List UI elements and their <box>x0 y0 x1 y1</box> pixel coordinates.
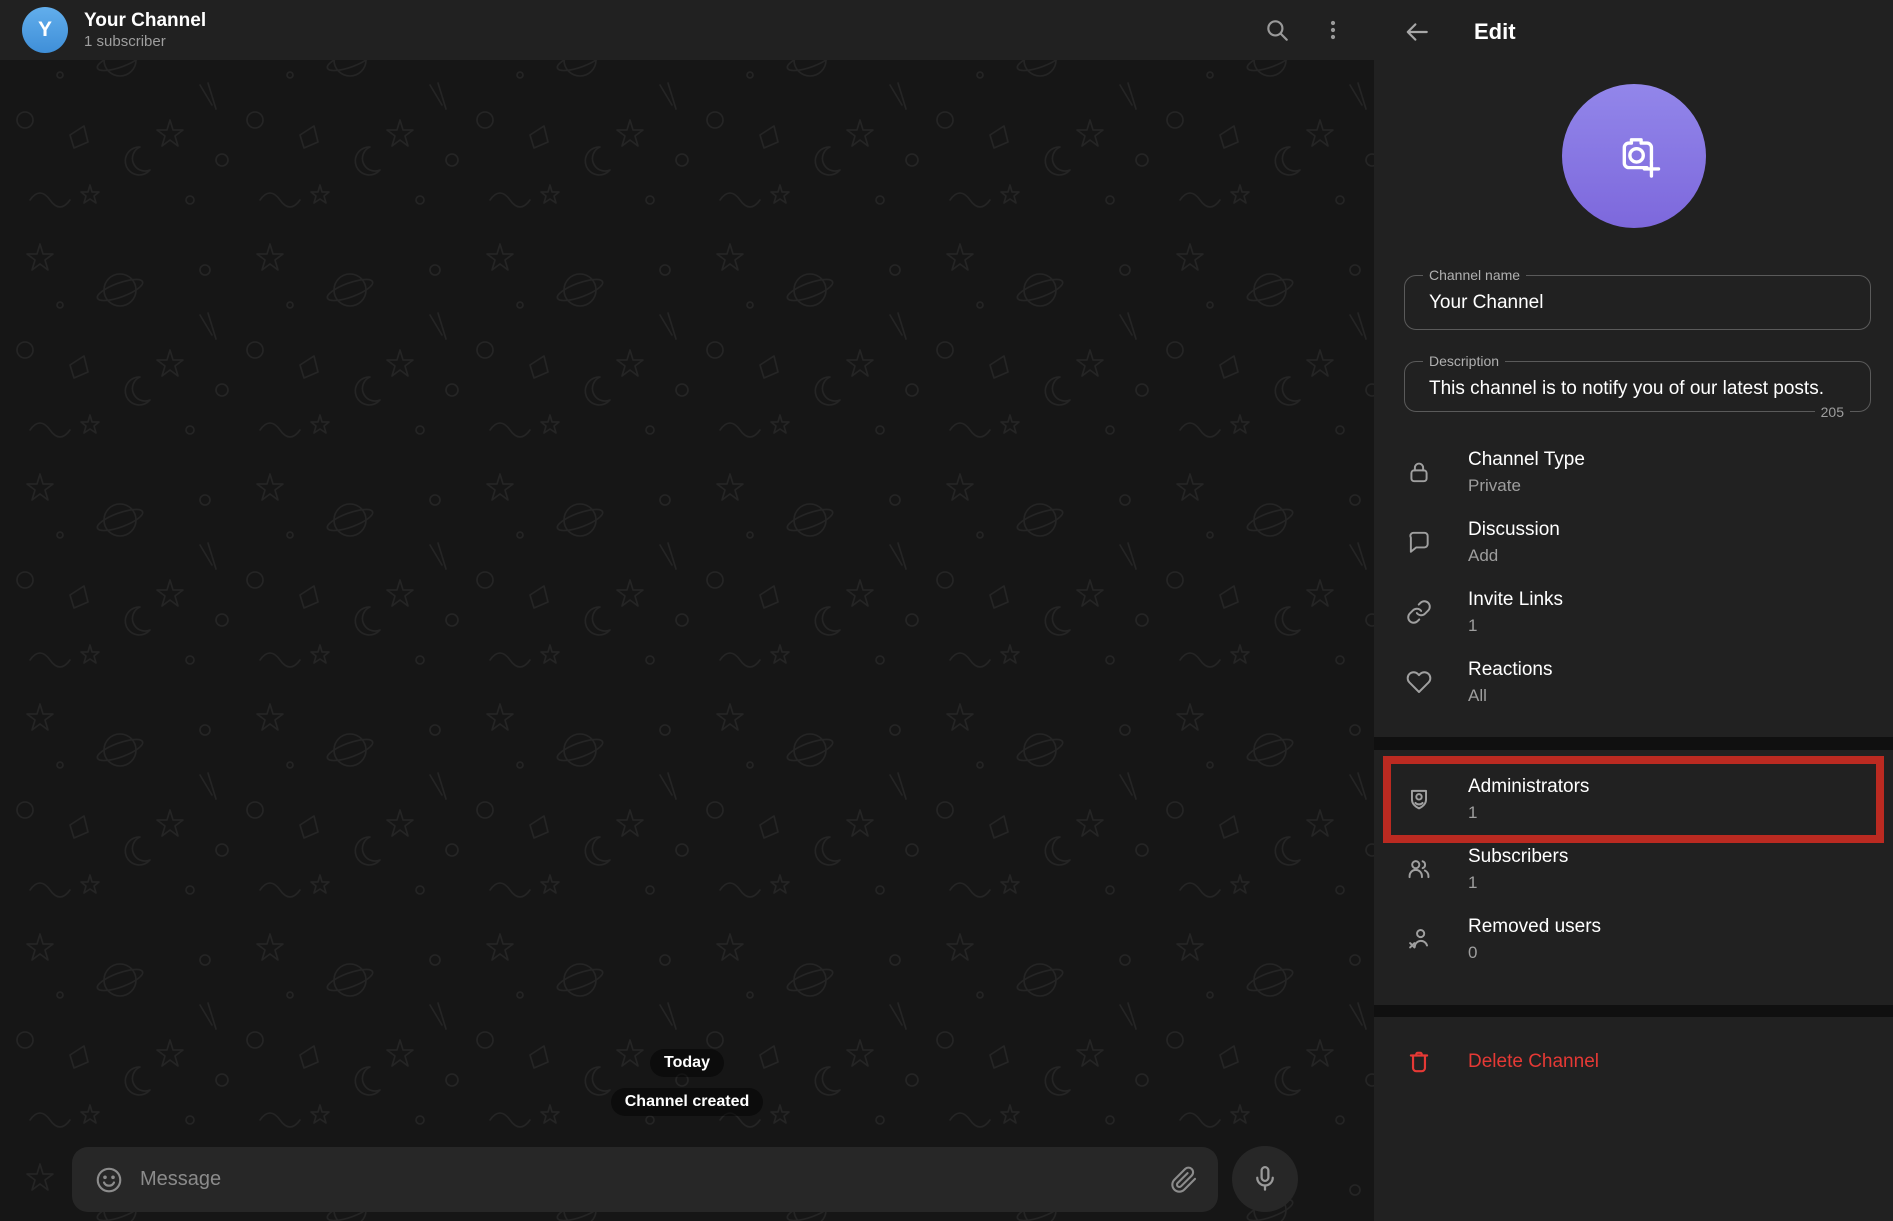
subscribers-icon <box>1406 856 1432 882</box>
message-composer <box>72 1146 1298 1212</box>
menu-label: Administrators <box>1468 775 1589 799</box>
admin-badge-icon <box>1406 786 1432 812</box>
channel-created-badge: Channel created <box>611 1088 763 1116</box>
chat-pane: Y Your Channel 1 subscriber <box>0 0 1374 1221</box>
delete-section: Delete Channel <box>1374 1017 1893 1221</box>
description-value[interactable]: This channel is to notify you of our lat… <box>1429 375 1846 402</box>
menu-label: Reactions <box>1468 658 1553 682</box>
menu-label: Channel Type <box>1468 448 1585 472</box>
emoji-smile-icon[interactable] <box>94 1165 124 1195</box>
microphone-icon[interactable] <box>1232 1146 1298 1212</box>
menu-item-removed-users[interactable]: Removed users 0 <box>1374 904 1893 974</box>
camera-add-icon[interactable] <box>1562 84 1706 228</box>
menu-value: 0 <box>1468 941 1601 964</box>
menu-value: 1 <box>1468 801 1589 824</box>
menu-value: Private <box>1468 474 1585 497</box>
menu-item-invite-links[interactable]: Invite Links 1 <box>1374 577 1893 647</box>
channel-avatar[interactable]: Y <box>22 7 68 53</box>
description-field[interactable]: Description This channel is to notify yo… <box>1404 361 1871 412</box>
delete-channel-label: Delete Channel <box>1468 1051 1599 1073</box>
subscriber-count: 1 subscriber <box>84 32 1257 51</box>
channel-name-value[interactable]: Your Channel <box>1405 292 1543 314</box>
menu-value: Add <box>1468 544 1560 567</box>
chat-header-actions <box>1257 10 1353 50</box>
telegram-app: Y Your Channel 1 subscriber <box>0 0 1893 1221</box>
menu-item-administrators[interactable]: Administrators 1 <box>1374 764 1893 834</box>
channel-edit-panel: Edit Channel name Your Channel Descripti… <box>1374 0 1893 1221</box>
menu-item-channel-type[interactable]: Channel Type Private <box>1374 437 1893 507</box>
search-icon[interactable] <box>1257 10 1297 50</box>
panel-title: Edit <box>1474 19 1516 45</box>
invite-link-icon <box>1406 599 1432 625</box>
channel-settings-menu: Channel Type Private Discussion Add <box>1374 432 1893 737</box>
chat-header: Y Your Channel 1 subscriber <box>0 0 1374 60</box>
menu-item-reactions[interactable]: Reactions All <box>1374 647 1893 717</box>
back-arrow-icon[interactable] <box>1404 19 1430 45</box>
paperclip-icon[interactable] <box>1170 1166 1198 1194</box>
message-input[interactable] <box>140 1168 1170 1191</box>
section-separator <box>1374 737 1893 750</box>
menu-label: Subscribers <box>1468 845 1568 869</box>
edit-panel-header: Edit <box>1374 0 1893 64</box>
channel-name-field[interactable]: Channel name Your Channel <box>1404 275 1871 330</box>
channel-name-label: Channel name <box>1423 267 1526 283</box>
menu-label: Discussion <box>1468 518 1560 542</box>
section-separator <box>1374 1005 1893 1017</box>
chat-header-info[interactable]: Your Channel 1 subscriber <box>84 9 1257 51</box>
channel-title: Your Channel <box>84 9 1257 32</box>
description-label: Description <box>1423 353 1505 369</box>
delete-channel-button[interactable]: Delete Channel <box>1374 1031 1893 1093</box>
chat-background-pattern <box>0 0 1374 1221</box>
delete-trash-icon <box>1406 1049 1432 1075</box>
menu-label: Invite Links <box>1468 588 1563 612</box>
menu-value: 1 <box>1468 614 1563 637</box>
message-input-container[interactable] <box>72 1147 1218 1212</box>
removed-user-icon <box>1406 926 1432 952</box>
heart-icon <box>1406 669 1432 695</box>
menu-value: All <box>1468 684 1553 707</box>
lock-icon <box>1406 459 1432 485</box>
date-badge: Today <box>650 1049 724 1077</box>
service-messages: Today Channel created <box>0 1049 1374 1116</box>
discussion-icon <box>1406 529 1432 555</box>
members-menu: Administrators 1 Subscribers 1 <box>1374 750 1893 1005</box>
menu-label: Removed users <box>1468 915 1601 939</box>
menu-item-subscribers[interactable]: Subscribers 1 <box>1374 834 1893 904</box>
character-counter: 205 <box>1815 404 1850 420</box>
kebab-menu-icon[interactable] <box>1313 10 1353 50</box>
menu-item-discussion[interactable]: Discussion Add <box>1374 507 1893 577</box>
menu-value: 1 <box>1468 871 1568 894</box>
